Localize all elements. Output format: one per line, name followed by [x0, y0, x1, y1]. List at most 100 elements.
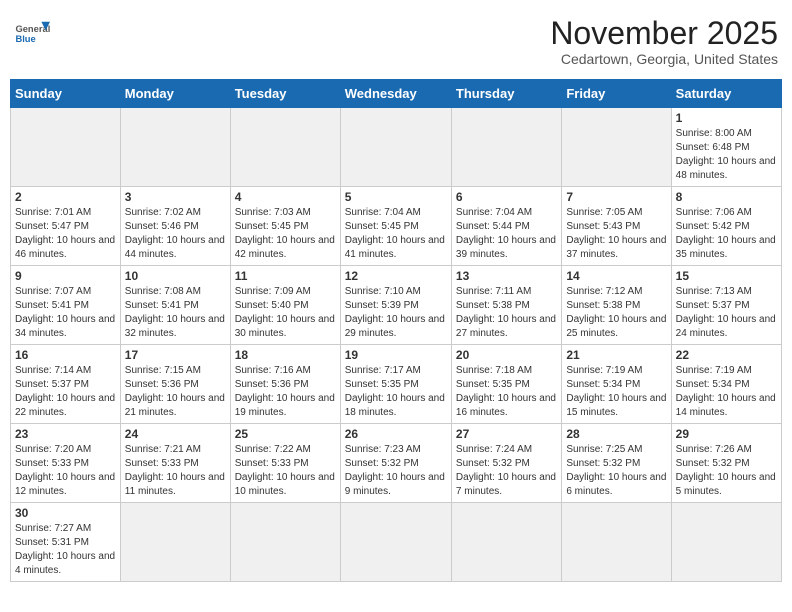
day-number: 19 — [345, 348, 447, 362]
day-number: 25 — [235, 427, 336, 441]
day-info: Sunrise: 7:05 AMSunset: 5:43 PMDaylight:… — [566, 206, 666, 262]
header-friday: Friday — [562, 80, 671, 108]
calendar-cell: 25 Sunrise: 7:22 AMSunset: 5:33 PMDayligh… — [230, 424, 340, 503]
day-number: 6 — [456, 190, 557, 204]
calendar-cell: 3Sunrise: 7:02 AMSunset: 5:46 PMDaylight… — [120, 187, 230, 266]
calendar-cell — [340, 108, 451, 187]
calendar-cell: 9 Sunrise: 7:07 AMSunset: 5:41 PMDaylight… — [11, 266, 121, 345]
calendar-cell — [120, 108, 230, 187]
day-info: Sunrise: 7:07 AMSunset: 5:41 PMDaylight:… — [15, 285, 116, 341]
day-number: 2 — [15, 190, 116, 204]
calendar-cell: 24Sunrise: 7:21 AMSunset: 5:33 PMDayligh… — [120, 424, 230, 503]
calendar-cell: 14 Sunrise: 7:12 AMSunset: 5:38 PMDayligh… — [562, 266, 671, 345]
calendar-cell: 7 Sunrise: 7:05 AMSunset: 5:43 PMDaylight… — [562, 187, 671, 266]
svg-text:Blue: Blue — [15, 34, 35, 44]
week-row-1: 1 Sunrise: 8:00 AMSunset: 6:48 PMDaylight… — [11, 108, 782, 187]
day-info: Sunrise: 7:19 AMSunset: 5:34 PMDaylight:… — [566, 364, 666, 420]
day-number: 23 — [15, 427, 116, 441]
generalblue-logo-icon: General Blue — [14, 16, 50, 52]
day-number: 29 — [676, 427, 777, 441]
calendar-cell: 20Sunrise: 7:18 AMSunset: 5:35 PMDayligh… — [451, 345, 561, 424]
calendar-cell — [11, 108, 121, 187]
header-thursday: Thursday — [451, 80, 561, 108]
day-number: 17 — [125, 348, 226, 362]
calendar-table: Sunday Monday Tuesday Wednesday Thursday… — [10, 79, 782, 582]
day-number: 12 — [345, 269, 447, 283]
day-number: 22 — [676, 348, 777, 362]
header-sunday: Sunday — [11, 80, 121, 108]
day-info: Sunrise: 7:21 AMSunset: 5:33 PMDaylight:… — [125, 443, 226, 499]
day-info: Sunrise: 7:12 AMSunset: 5:38 PMDaylight:… — [566, 285, 666, 341]
calendar-cell: 18Sunrise: 7:16 AMSunset: 5:36 PMDayligh… — [230, 345, 340, 424]
week-row-6: 30 Sunrise: 7:27 AMSunset: 5:31 PMDayligh… — [11, 503, 782, 582]
calendar-cell: 11 Sunrise: 7:09 AMSunset: 5:40 PMDayligh… — [230, 266, 340, 345]
day-number: 30 — [15, 506, 116, 520]
day-info: Sunrise: 7:04 AMSunset: 5:44 PMDaylight:… — [456, 206, 557, 262]
day-number: 9 — [15, 269, 116, 283]
week-row-5: 23Sunrise: 7:20 AMSunset: 5:33 PMDayligh… — [11, 424, 782, 503]
day-info: Sunrise: 7:11 AMSunset: 5:38 PMDaylight:… — [456, 285, 557, 341]
calendar-cell: 2 Sunrise: 7:01 AMSunset: 5:47 PMDaylight… — [11, 187, 121, 266]
day-number: 20 — [456, 348, 557, 362]
calendar-cell: 30 Sunrise: 7:27 AMSunset: 5:31 PMDayligh… — [11, 503, 121, 582]
day-info: Sunrise: 7:08 AMSunset: 5:41 PMDaylight:… — [125, 285, 226, 341]
calendar-cell: 29 Sunrise: 7:26 AMSunset: 5:32 PMDayligh… — [671, 424, 781, 503]
calendar-cell: 13Sunrise: 7:11 AMSunset: 5:38 PMDayligh… — [451, 266, 561, 345]
day-info: Sunrise: 7:01 AMSunset: 5:47 PMDaylight:… — [15, 206, 116, 262]
day-info: Sunrise: 7:13 AMSunset: 5:37 PMDaylight:… — [676, 285, 777, 341]
day-number: 21 — [566, 348, 666, 362]
calendar-cell: 1 Sunrise: 8:00 AMSunset: 6:48 PMDaylight… — [671, 108, 781, 187]
day-info: Sunrise: 7:10 AMSunset: 5:39 PMDaylight:… — [345, 285, 447, 341]
day-info: Sunrise: 7:16 AMSunset: 5:36 PMDaylight:… — [235, 364, 336, 420]
day-number: 4 — [235, 190, 336, 204]
day-number: 16 — [15, 348, 116, 362]
day-number: 7 — [566, 190, 666, 204]
day-info: Sunrise: 7:27 AMSunset: 5:31 PMDaylight:… — [15, 522, 116, 578]
header-saturday: Saturday — [671, 80, 781, 108]
calendar-cell: 10 Sunrise: 7:08 AMSunset: 5:41 PMDayligh… — [120, 266, 230, 345]
day-number: 1 — [676, 111, 777, 125]
calendar-cell: 17 Sunrise: 7:15 AMSunset: 5:36 PMDayligh… — [120, 345, 230, 424]
calendar-cell — [562, 108, 671, 187]
calendar-header-row: Sunday Monday Tuesday Wednesday Thursday… — [11, 80, 782, 108]
calendar-cell: 28 Sunrise: 7:25 AMSunset: 5:32 PMDayligh… — [562, 424, 671, 503]
calendar-cell — [230, 108, 340, 187]
day-info: Sunrise: 7:25 AMSunset: 5:32 PMDaylight:… — [566, 443, 666, 499]
day-number: 28 — [566, 427, 666, 441]
day-number: 14 — [566, 269, 666, 283]
calendar-cell: 15 Sunrise: 7:13 AMSunset: 5:37 PMDayligh… — [671, 266, 781, 345]
header-monday: Monday — [120, 80, 230, 108]
day-number: 27 — [456, 427, 557, 441]
day-info: Sunrise: 7:19 AMSunset: 5:34 PMDaylight:… — [676, 364, 777, 420]
calendar-cell: 8Sunrise: 7:06 AMSunset: 5:42 PMDaylight… — [671, 187, 781, 266]
week-row-2: 2 Sunrise: 7:01 AMSunset: 5:47 PMDaylight… — [11, 187, 782, 266]
day-number: 11 — [235, 269, 336, 283]
day-number: 10 — [125, 269, 226, 283]
location-subtitle: Cedartown, Georgia, United States — [550, 51, 778, 67]
week-row-3: 9 Sunrise: 7:07 AMSunset: 5:41 PMDaylight… — [11, 266, 782, 345]
calendar-cell: 23Sunrise: 7:20 AMSunset: 5:33 PMDayligh… — [11, 424, 121, 503]
calendar-cell — [451, 108, 561, 187]
title-area: November 2025 Cedartown, Georgia, United… — [550, 16, 778, 67]
calendar-cell: 4Sunrise: 7:03 AMSunset: 5:45 PMDaylight… — [230, 187, 340, 266]
calendar-cell: 19Sunrise: 7:17 AMSunset: 5:35 PMDayligh… — [340, 345, 451, 424]
day-info: Sunrise: 7:09 AMSunset: 5:40 PMDaylight:… — [235, 285, 336, 341]
day-number: 26 — [345, 427, 447, 441]
calendar-cell: 22 Sunrise: 7:19 AMSunset: 5:34 PMDayligh… — [671, 345, 781, 424]
day-info: Sunrise: 7:15 AMSunset: 5:36 PMDaylight:… — [125, 364, 226, 420]
calendar-cell: 27Sunrise: 7:24 AMSunset: 5:32 PMDayligh… — [451, 424, 561, 503]
day-info: Sunrise: 8:00 AMSunset: 6:48 PMDaylight:… — [676, 127, 777, 183]
calendar-cell — [340, 503, 451, 582]
calendar-cell: 16Sunrise: 7:14 AMSunset: 5:37 PMDayligh… — [11, 345, 121, 424]
day-info: Sunrise: 7:06 AMSunset: 5:42 PMDaylight:… — [676, 206, 777, 262]
calendar-cell — [120, 503, 230, 582]
calendar-cell — [451, 503, 561, 582]
day-info: Sunrise: 7:26 AMSunset: 5:32 PMDaylight:… — [676, 443, 777, 499]
month-title: November 2025 — [550, 16, 778, 51]
day-number: 15 — [676, 269, 777, 283]
calendar-cell: 12 Sunrise: 7:10 AMSunset: 5:39 PMDayligh… — [340, 266, 451, 345]
calendar-cell: 21 Sunrise: 7:19 AMSunset: 5:34 PMDayligh… — [562, 345, 671, 424]
calendar-cell: 6 Sunrise: 7:04 AMSunset: 5:44 PMDaylight… — [451, 187, 561, 266]
calendar-cell: 5Sunrise: 7:04 AMSunset: 5:45 PMDaylight… — [340, 187, 451, 266]
day-info: Sunrise: 7:22 AMSunset: 5:33 PMDaylight:… — [235, 443, 336, 499]
